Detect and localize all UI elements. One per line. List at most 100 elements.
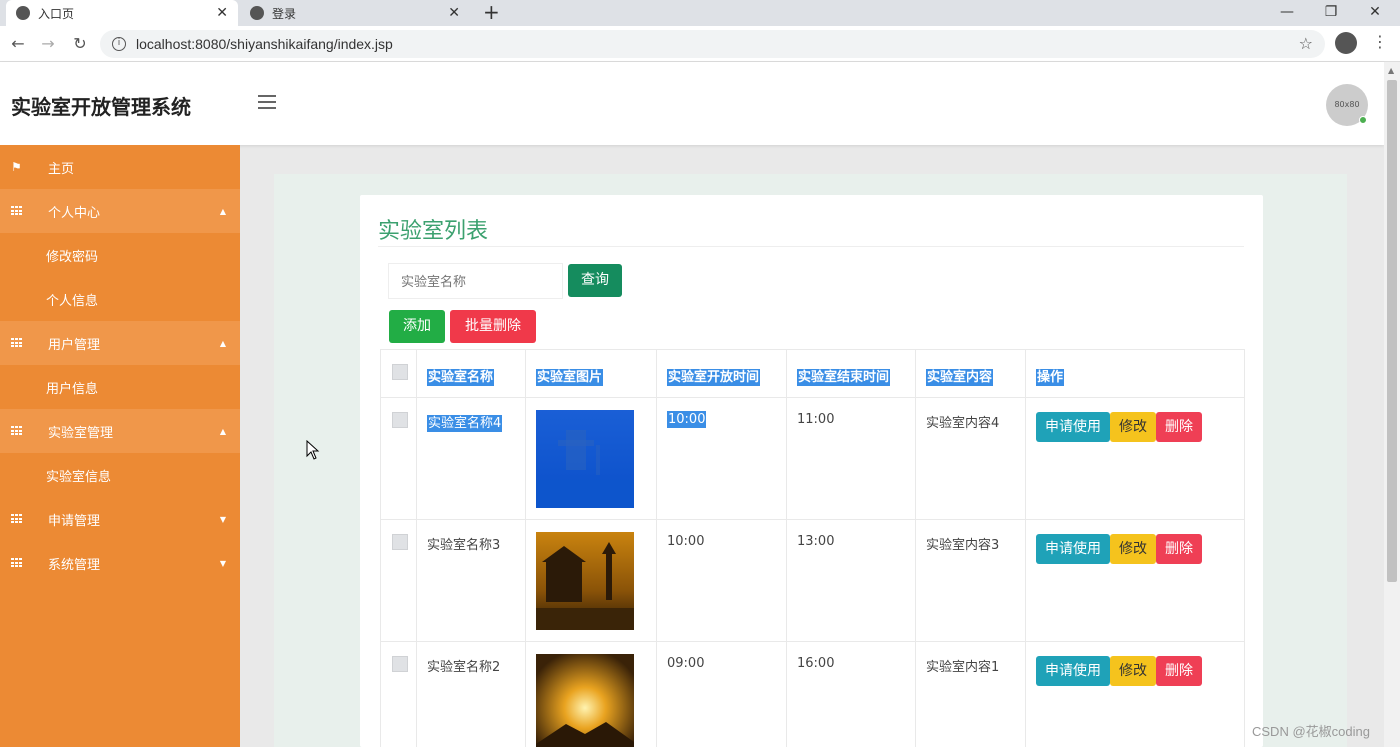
grid-icon <box>11 206 23 216</box>
address-bar-row: ← → ↻ i localhost:8080/shiyanshikaifang/… <box>0 26 1400 62</box>
caret-up-icon: ▲ <box>219 206 226 216</box>
close-time: 16:00 <box>797 656 835 671</box>
grid-icon <box>11 558 23 568</box>
sidebar-item-home[interactable]: ⚑ 主页 <box>0 145 240 189</box>
tab-title: 入口页 <box>38 6 75 21</box>
window-close-button[interactable]: ✕ <box>1352 0 1398 26</box>
tab-title: 登录 <box>272 6 297 21</box>
avatar-text: 80x80 <box>1334 100 1360 109</box>
lab-name-search-input[interactable] <box>388 263 563 299</box>
column-header: 实验室名称 <box>416 349 526 398</box>
forward-icon[interactable]: → <box>36 32 60 56</box>
add-button[interactable]: 添加 <box>389 310 445 343</box>
menu-kebab-icon[interactable]: ⋮ <box>1372 32 1388 51</box>
scrollbar-thumb[interactable] <box>1387 80 1397 582</box>
open-time-cell: 10:00 <box>656 397 787 520</box>
caret-down-icon: ▼ <box>219 514 226 524</box>
open-time: 09:00 <box>667 656 705 671</box>
minimize-button[interactable]: — <box>1264 0 1310 26</box>
edit-button[interactable]: 修改 <box>1110 412 1156 442</box>
sidebar-item-application-management[interactable]: 申请管理 ▼ <box>0 497 240 541</box>
sidebar-item-change-password[interactable]: 修改密码 <box>0 233 240 277</box>
reload-icon[interactable]: ↻ <box>68 32 92 56</box>
scroll-up-icon[interactable]: ▲ <box>1388 66 1394 75</box>
globe-icon <box>16 6 30 20</box>
edit-button[interactable]: 修改 <box>1110 534 1156 564</box>
sidebar-item-lab-info[interactable]: 实验室信息 <box>0 453 240 497</box>
content-cell: 实验室内容3 <box>915 519 1026 642</box>
column-header: 实验室图片 <box>525 349 657 398</box>
table-row: 实验室名称2 09:00 16:00 实验室内容1 申请使用 修改 删除 <box>380 641 1245 747</box>
hamburger-menu-icon[interactable] <box>258 95 276 113</box>
close-time: 11:00 <box>797 412 835 427</box>
close-icon[interactable]: ✕ <box>448 5 460 21</box>
lab-image-golden-pagoda[interactable] <box>536 532 634 630</box>
row-checkbox[interactable] <box>392 412 408 428</box>
page-scrollbar[interactable]: ▲ <box>1384 62 1400 747</box>
column-header-close-time: 实验室结束时间 <box>797 369 891 386</box>
info-icon[interactable]: i <box>112 37 126 51</box>
sidebar-item-personal-info[interactable]: 个人信息 <box>0 277 240 321</box>
row-actions: 申请使用 修改 删除 <box>1036 412 1244 442</box>
open-time-cell: 09:00 <box>656 641 787 747</box>
profile-icon[interactable] <box>1335 32 1357 54</box>
lab-name-cell: 实验室名称4 <box>416 397 526 520</box>
flag-icon: ⚑ <box>11 160 22 174</box>
sidebar-group-personal-center[interactable]: 个人中心 ▲ <box>0 189 240 233</box>
lab-content: 实验室内容1 <box>926 660 1000 675</box>
sidebar-item-system-management[interactable]: 系统管理 ▼ <box>0 541 240 585</box>
content-cell: 实验室内容4 <box>915 397 1026 520</box>
app-header: 实验室开放管理系统 80x80 <box>0 62 1384 145</box>
table-header-row: 实验室名称 实验室图片 实验室开放时间 实验室结束时间 实验室内容 操作 <box>380 349 1245 398</box>
search-button[interactable]: 查询 <box>568 264 622 297</box>
delete-button[interactable]: 删除 <box>1156 412 1202 442</box>
apply-button[interactable]: 申请使用 <box>1036 412 1110 442</box>
sidebar-group-lab-management[interactable]: 实验室管理 ▲ <box>0 409 240 453</box>
url-bar[interactable]: i localhost:8080/shiyanshikaifang/index.… <box>100 30 1325 58</box>
close-icon[interactable]: ✕ <box>216 5 228 21</box>
sidebar-item-label: 修改密码 <box>46 249 99 265</box>
row-checkbox-cell <box>380 641 417 747</box>
table-row: 实验室名称4 10:00 11:00 实验室内容4 申请使用 修改 删除 <box>380 397 1245 520</box>
row-checkbox[interactable] <box>392 534 408 550</box>
browser-tab-home[interactable]: 入口页 ✕ <box>6 0 238 26</box>
restore-button[interactable]: ❐ <box>1308 0 1354 26</box>
row-checkbox[interactable] <box>392 656 408 672</box>
close-time: 13:00 <box>797 534 835 549</box>
page-title: 实验室列表 <box>378 219 489 244</box>
watermark: CSDN @花椒coding <box>1252 724 1370 739</box>
lab-image-cell <box>525 641 657 747</box>
sidebar-item-label: 实验室信息 <box>46 469 112 485</box>
lab-image-blue-tower[interactable] <box>536 410 634 508</box>
select-all-checkbox[interactable] <box>392 364 408 380</box>
globe-icon <box>250 6 264 20</box>
column-header: 操作 <box>1025 349 1245 398</box>
column-header-content: 实验室内容 <box>926 369 994 386</box>
lab-image-sunset-sky[interactable] <box>536 654 634 747</box>
sidebar-item-label: 用户管理 <box>48 337 101 353</box>
sidebar-group-user-management[interactable]: 用户管理 ▲ <box>0 321 240 365</box>
apply-button[interactable]: 申请使用 <box>1036 656 1110 686</box>
sidebar-item-user-info[interactable]: 用户信息 <box>0 365 240 409</box>
table-row: 实验室名称3 10:00 13:00 实验室内容3 申请使用 修改 删除 <box>380 519 1245 642</box>
caret-down-icon: ▼ <box>219 558 226 568</box>
avatar[interactable]: 80x80 <box>1326 84 1368 126</box>
row-checkbox-cell <box>380 519 417 642</box>
delete-button[interactable]: 删除 <box>1156 656 1202 686</box>
open-time-cell: 10:00 <box>656 519 787 642</box>
lab-list-card: 实验室列表 查询 添加 批量删除 实验室名称 实验室图片 实验室开放时间 实验室… <box>360 195 1263 747</box>
sidebar-item-label: 用户信息 <box>46 381 99 397</box>
browser-tab-login[interactable]: 登录 ✕ <box>240 0 470 26</box>
delete-button[interactable]: 删除 <box>1156 534 1202 564</box>
back-icon[interactable]: ← <box>6 32 30 56</box>
column-header-open-time: 实验室开放时间 <box>667 369 761 386</box>
column-header-name: 实验室名称 <box>427 369 495 386</box>
sidebar-item-label: 申请管理 <box>48 513 101 529</box>
batch-delete-button[interactable]: 批量删除 <box>450 310 536 343</box>
bookmark-star-icon[interactable]: ☆ <box>1299 34 1313 53</box>
apply-button[interactable]: 申请使用 <box>1036 534 1110 564</box>
new-tab-button[interactable]: + <box>483 0 500 26</box>
edit-button[interactable]: 修改 <box>1110 656 1156 686</box>
sidebar-item-label: 实验室管理 <box>48 425 114 441</box>
sidebar-item-label: 个人信息 <box>46 293 99 309</box>
